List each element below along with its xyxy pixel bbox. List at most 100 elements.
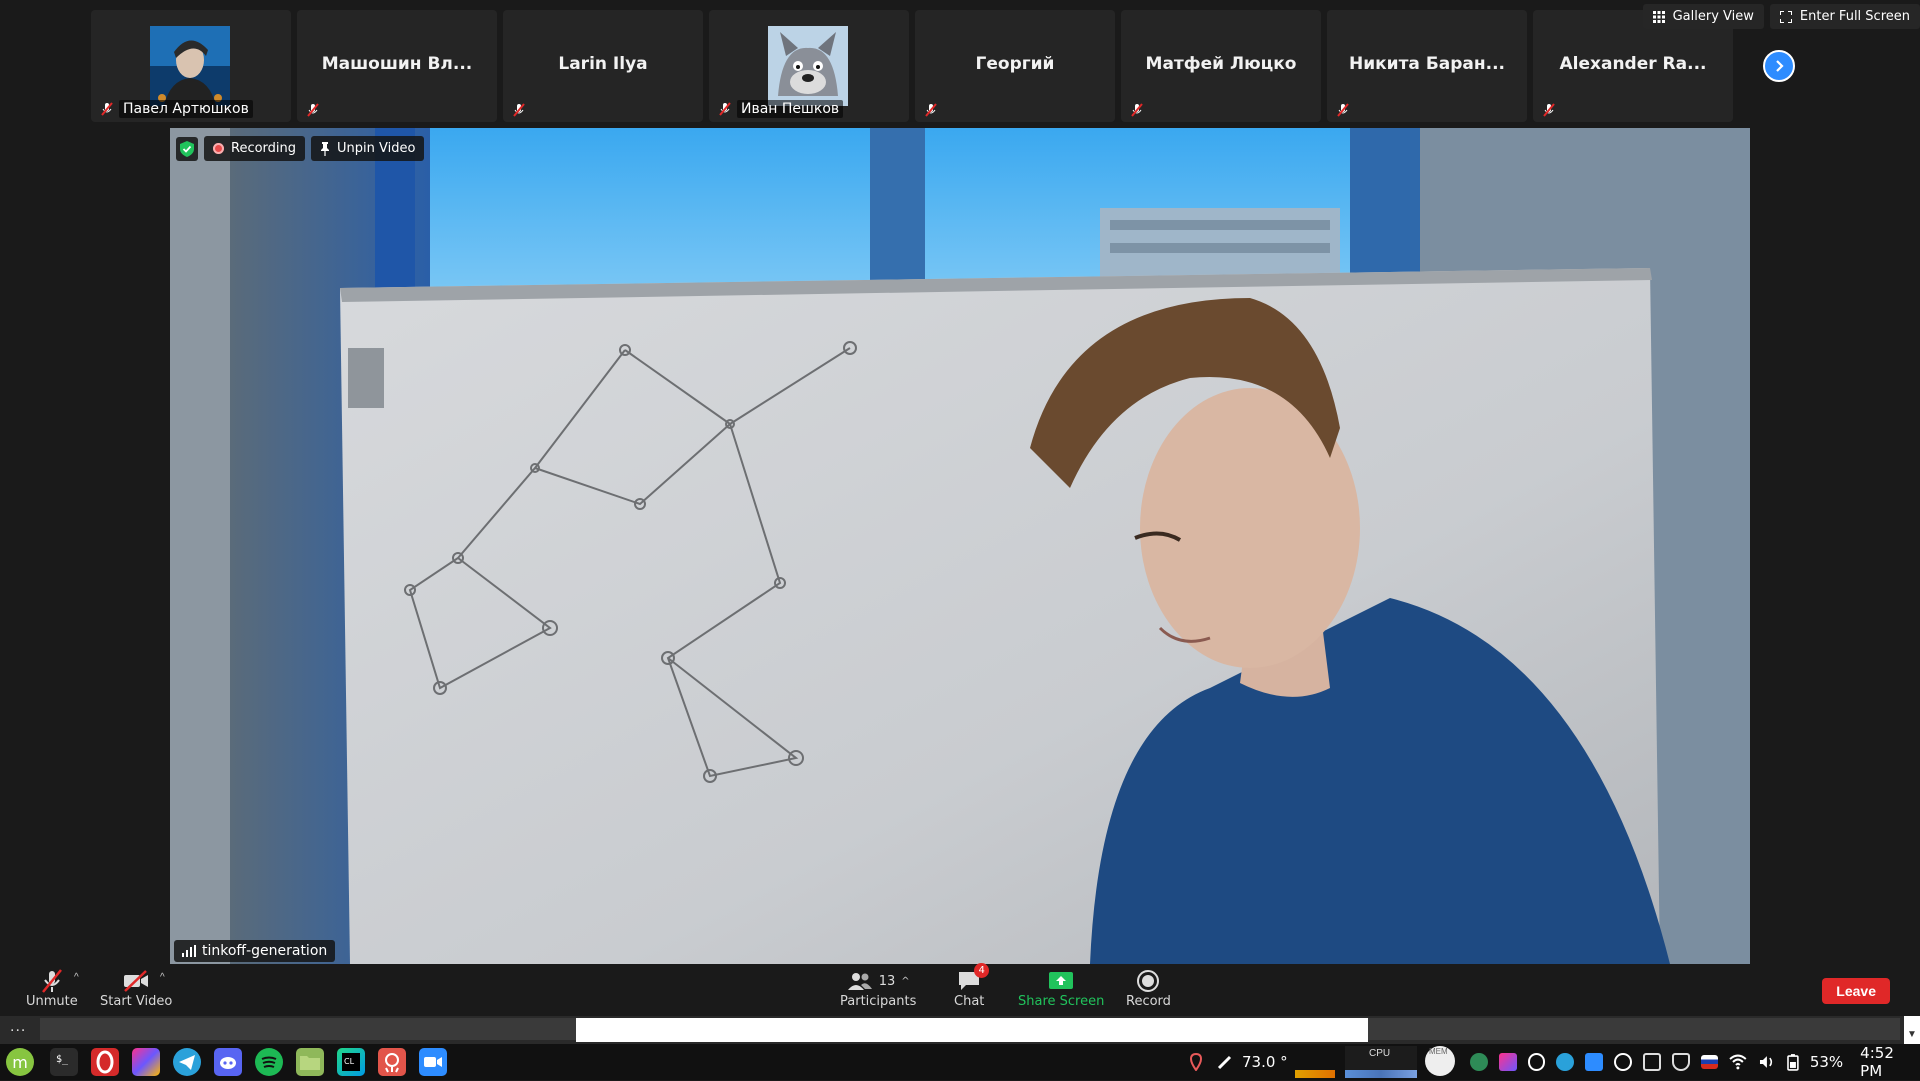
unpin-video-label: Unpin Video <box>337 141 416 156</box>
memory-monitor[interactable]: MEM <box>1425 1046 1455 1076</box>
obs-icon[interactable] <box>1527 1053 1546 1071</box>
tile-footer <box>1541 102 1557 118</box>
pin-icon <box>321 141 330 156</box>
participant-tile[interactable]: Георгий <box>915 10 1115 122</box>
mic-muted-icon <box>307 103 319 117</box>
share-screen-label: Share Screen <box>1018 994 1105 1009</box>
clipboard-icon[interactable] <box>1642 1053 1661 1071</box>
scroll-down-arrow-icon[interactable]: ▼ <box>1904 1016 1920 1044</box>
temperature-readout: 73.0 ° <box>1242 1053 1288 1071</box>
bluetooth-icon[interactable] <box>1614 1053 1632 1071</box>
mint-menu-icon[interactable]: m <box>6 1048 34 1076</box>
tile-footer <box>923 102 939 118</box>
mic-muted-icon <box>1543 103 1555 117</box>
participant-avatar <box>150 26 230 106</box>
participant-tile[interactable]: Иван Пешков <box>709 10 909 122</box>
tile-footer: Павел Артюшков <box>99 100 253 118</box>
video-off-icon <box>124 970 149 992</box>
volume-icon[interactable] <box>1758 1054 1776 1070</box>
mic-muted-icon <box>1337 103 1349 117</box>
opera-icon[interactable] <box>91 1048 119 1076</box>
wifi-icon[interactable] <box>1729 1054 1747 1070</box>
recording-indicator[interactable]: Recording <box>204 136 306 161</box>
participant-strip: Павел Артюшков Машошин Вл... Larin Ilya <box>91 10 1811 122</box>
chevron-right-icon <box>1776 60 1784 72</box>
participant-name: Иван Пешков <box>737 100 844 118</box>
participant-name: Павел Артюшков <box>119 100 253 118</box>
record-button[interactable]: Record <box>1126 968 1171 1009</box>
gitkraken-icon[interactable] <box>378 1048 406 1076</box>
mic-muted-icon <box>513 103 525 117</box>
participant-name: Машошин Вл... <box>321 54 473 74</box>
recording-dot-icon <box>213 143 224 154</box>
share-screen-icon <box>1049 972 1074 989</box>
video-frame <box>170 128 1750 964</box>
system-tray-sensors: 73.0 ° <box>1190 1044 1288 1080</box>
keyboard-layout-flag-icon[interactable] <box>1700 1055 1719 1069</box>
active-speaker-name: tinkoff-generation <box>174 940 336 962</box>
unmute-button[interactable]: Unmute <box>26 968 78 1009</box>
svg-text:$_: $_ <box>56 1054 69 1065</box>
mic-muted-icon <box>719 102 731 116</box>
participant-tile[interactable]: Никита Баран... <box>1327 10 1527 122</box>
secondary-bar: ... ▼ <box>0 1016 1920 1044</box>
participant-tile[interactable]: Матфей Люцко <box>1121 10 1321 122</box>
gallery-view-button[interactable]: Gallery View <box>1642 4 1764 29</box>
temperature-graph <box>1295 1070 1335 1078</box>
participants-button[interactable]: 13 ^ Participants <box>840 968 916 1009</box>
participants-icon <box>847 973 872 990</box>
cpu-monitor[interactable]: CPU <box>1345 1046 1417 1078</box>
participant-tile[interactable]: Машошин Вл... <box>297 10 497 122</box>
discord-icon[interactable] <box>214 1048 242 1076</box>
battery-percent: 53% <box>1809 1053 1844 1071</box>
telegram-icon[interactable] <box>173 1048 201 1076</box>
zoom-icon[interactable] <box>419 1048 447 1076</box>
more-options-button[interactable]: ... <box>10 1018 26 1036</box>
full-screen-label: Enter Full Screen <box>1799 9 1910 24</box>
zoom-tray-icon[interactable] <box>1585 1053 1604 1071</box>
share-screen-button[interactable]: Share Screen <box>1018 968 1104 1009</box>
chat-unread-badge: 4 <box>974 963 990 978</box>
grid-icon <box>1652 10 1665 23</box>
mic-muted-icon <box>101 102 113 116</box>
spotify-icon[interactable] <box>255 1048 283 1076</box>
unpin-video-button[interactable]: Unpin Video <box>311 136 425 161</box>
encryption-badge[interactable] <box>176 136 198 161</box>
mic-muted-icon <box>41 969 62 993</box>
clock[interactable]: 4:52 PM <box>1860 1044 1920 1080</box>
leave-button[interactable]: Leave <box>1822 978 1890 1004</box>
signal-bars-icon <box>182 945 196 957</box>
participant-avatar <box>768 26 848 106</box>
svg-text:m: m <box>12 1053 28 1072</box>
tile-footer <box>1129 102 1145 118</box>
jetbrains-toolbox-icon[interactable] <box>132 1048 160 1076</box>
toolbox-tray-icon[interactable] <box>1498 1053 1517 1071</box>
record-label: Record <box>1126 994 1171 1009</box>
vpn-icon[interactable] <box>1470 1053 1488 1071</box>
speaker-name-label: tinkoff-generation <box>202 943 328 959</box>
location-pin-icon[interactable] <box>1190 1053 1202 1071</box>
participants-caret-icon[interactable]: ^ <box>901 976 909 987</box>
terminal-icon[interactable]: $_ <box>50 1048 78 1076</box>
shield-tray-icon[interactable] <box>1671 1053 1690 1071</box>
main-video[interactable]: Recording Unpin Video tinkoff-generation <box>170 128 1750 964</box>
video-options-caret-icon[interactable]: ^ <box>160 972 165 983</box>
mem-label: MEM <box>1429 1047 1448 1056</box>
files-icon[interactable] <box>296 1048 324 1076</box>
participant-tile[interactable]: Larin Ilya <box>503 10 703 122</box>
chat-button[interactable]: 4 Chat <box>954 963 990 1009</box>
input-strip[interactable] <box>576 1018 1368 1042</box>
next-page-button[interactable] <box>1763 50 1795 82</box>
record-icon <box>1137 970 1160 992</box>
participant-name: Larin Ilya <box>558 54 648 74</box>
audio-options-caret-icon[interactable]: ^ <box>74 972 79 983</box>
telegram-tray-icon[interactable] <box>1556 1053 1575 1071</box>
participant-tile[interactable]: Павел Артюшков <box>91 10 291 122</box>
unmute-label: Unmute <box>26 994 78 1009</box>
recording-label: Recording <box>231 141 297 156</box>
participant-name: Матфей Люцко <box>1145 54 1297 74</box>
clion-icon[interactable]: CL <box>337 1048 365 1076</box>
cpu-label: CPU <box>1369 1048 1391 1059</box>
enter-full-screen-button[interactable]: Enter Full Screen <box>1769 4 1920 29</box>
battery-icon[interactable] <box>1787 1053 1799 1071</box>
